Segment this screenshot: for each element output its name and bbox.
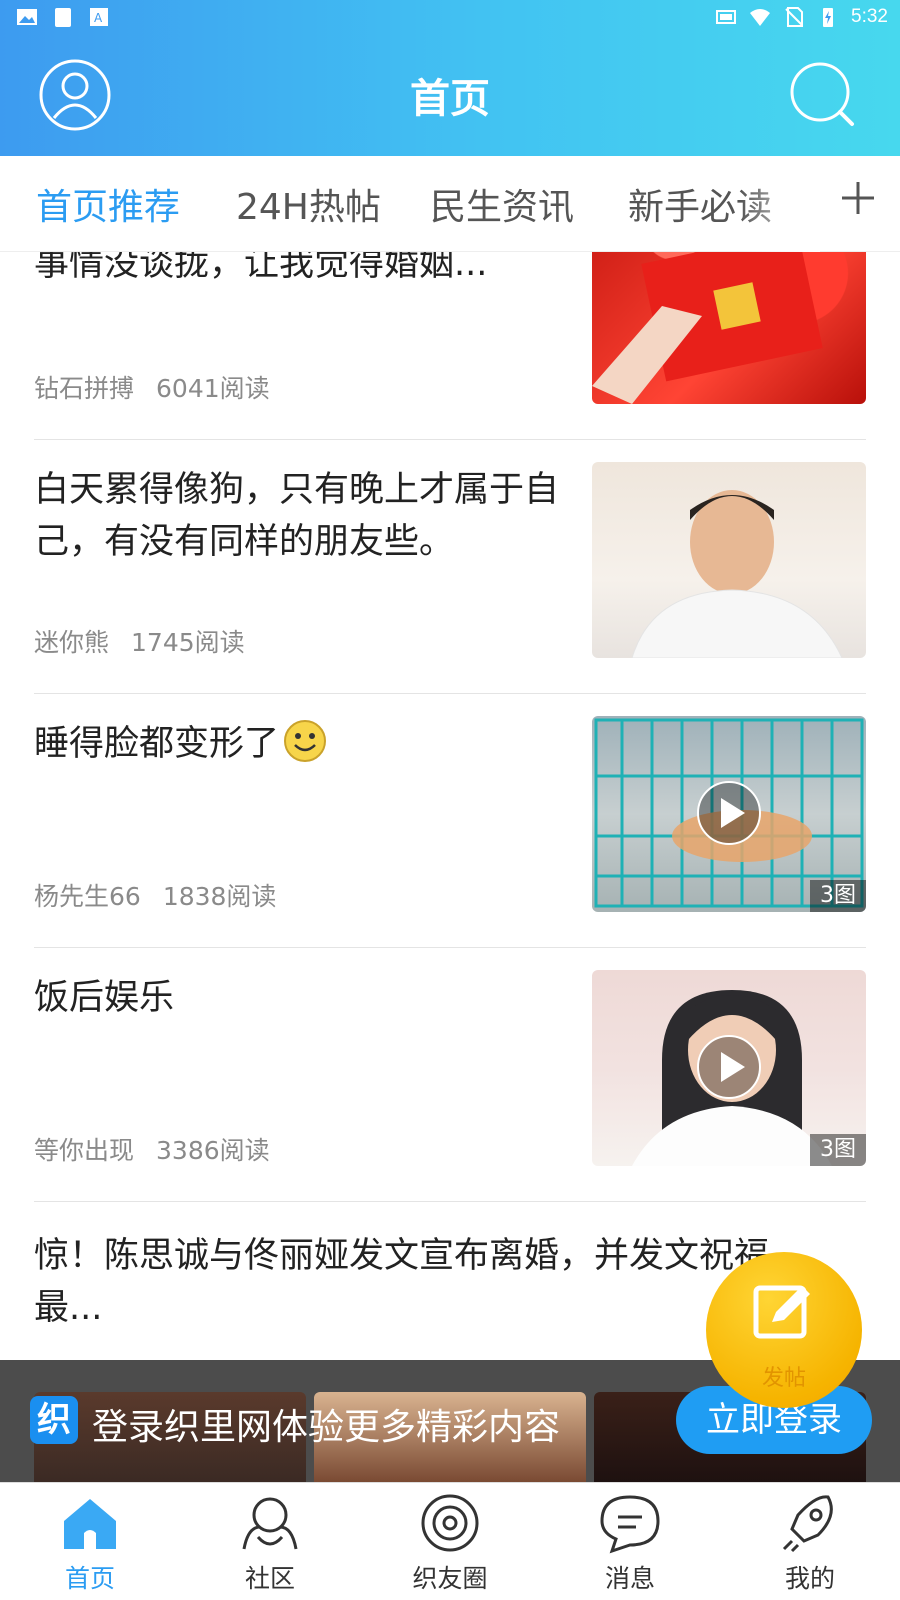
list-item[interactable]: 白天累得像狗，只有晚上才属于自己，有没有同样的朋友些。 迷你熊 1745阅读 bbox=[34, 440, 866, 694]
top-bar: 首页 bbox=[0, 36, 900, 156]
gallery-icon bbox=[17, 9, 37, 25]
nav-circle[interactable]: 织友圈 bbox=[360, 1491, 540, 1600]
post-reads: 3386阅读 bbox=[156, 1136, 270, 1165]
cast-icon bbox=[716, 10, 737, 24]
home-icon bbox=[64, 1499, 116, 1549]
app-logo-icon: 织 bbox=[30, 1396, 78, 1444]
post-title: 饭后娱乐 bbox=[34, 978, 175, 1018]
nav-circle-label: 织友圈 bbox=[412, 1564, 488, 1593]
selfie-image bbox=[631, 490, 843, 658]
nav-messages[interactable]: 消息 bbox=[540, 1491, 720, 1600]
image-count-badge: 3图 bbox=[810, 880, 866, 912]
community-icon bbox=[242, 1497, 298, 1550]
post-title: 白天累得像狗，只有晚上才属于自己，有没有同样的朋友些。 bbox=[34, 470, 560, 562]
post-reads: 1745阅读 bbox=[131, 628, 245, 657]
circle-icon bbox=[421, 1494, 479, 1552]
post-title-text: 睡得脸都变形了 bbox=[34, 724, 280, 764]
post-reads: 1838阅读 bbox=[162, 882, 277, 911]
post-thumbnail: 3图 bbox=[592, 716, 866, 912]
message-icon bbox=[600, 1495, 660, 1554]
post-title: 睡得脸都变形了 bbox=[34, 718, 574, 770]
page-title: 首页 bbox=[410, 76, 490, 122]
no-sim-icon bbox=[785, 7, 804, 27]
tab-livelihood-news[interactable]: 民生资讯 bbox=[430, 178, 574, 230]
search-icon[interactable] bbox=[786, 58, 860, 132]
list-item[interactable]: 睡得脸都变形了 杨先生66 1838阅读 3图 bbox=[34, 694, 866, 948]
post-author: 杨先生66 bbox=[34, 882, 141, 911]
list-item[interactable]: 我31了，她33离婚，因为彩礼的事情没谈拢，让我觉得婚姻... 钻石拼搏 6041… bbox=[34, 252, 866, 440]
post-meta: 等你出现 3386阅读 bbox=[34, 1131, 270, 1167]
clipboard-icon bbox=[55, 8, 71, 27]
nav-messages-label: 消息 bbox=[604, 1564, 655, 1593]
status-bar: A 5:32 bbox=[0, 0, 900, 36]
nav-home-label: 首页 bbox=[64, 1564, 115, 1593]
post-thumbnail bbox=[592, 462, 866, 658]
plus-icon[interactable] bbox=[838, 178, 878, 218]
post-reads: 6041阅读 bbox=[156, 374, 270, 403]
wifi-icon bbox=[750, 9, 771, 26]
image-count-badge: 3图 bbox=[810, 1134, 866, 1166]
nav-mine[interactable]: 我的 bbox=[720, 1491, 900, 1600]
category-tabs: 首页推荐 24H热帖 民生资讯 新手必读 bbox=[0, 156, 900, 252]
text-icon: A bbox=[90, 8, 108, 26]
svg-text:A: A bbox=[94, 11, 103, 25]
post-thumbnail: 3图 bbox=[592, 970, 866, 1166]
post-title: 我31了，她33离婚，因为彩礼的事情没谈拢，让我觉得婚姻... bbox=[34, 252, 488, 284]
status-time: 5:32 bbox=[851, 6, 888, 27]
play-icon[interactable] bbox=[696, 780, 762, 846]
app-header: A 5:32 首页 bbox=[0, 0, 900, 156]
tab-home-recommend[interactable]: 首页推荐 bbox=[36, 178, 180, 230]
post-meta: 杨先生66 1838阅读 bbox=[34, 877, 276, 913]
edit-icon bbox=[753, 1285, 810, 1339]
post-meta: 迷你熊 1745阅读 bbox=[34, 623, 245, 659]
new-post-label: 发帖 bbox=[761, 1366, 806, 1391]
play-icon[interactable] bbox=[696, 1034, 762, 1100]
nav-community-label: 社区 bbox=[244, 1564, 295, 1593]
tab-24h-hot[interactable]: 24H热帖 bbox=[236, 178, 381, 230]
post-author: 钻石拼搏 bbox=[34, 374, 135, 403]
login-prompt: 登录织里网体验更多精彩内容 bbox=[92, 1407, 561, 1448]
post-author: 迷你熊 bbox=[34, 628, 110, 657]
nav-community[interactable]: 社区 bbox=[180, 1491, 360, 1600]
tab-fade bbox=[740, 156, 820, 252]
post-meta: 钻石拼搏 6041阅读 bbox=[34, 369, 270, 405]
list-item[interactable]: 饭后娱乐 等你出现 3386阅读 3图 bbox=[34, 948, 866, 1202]
smiley-emoji-icon bbox=[283, 719, 327, 763]
post-author: 等你出现 bbox=[34, 1136, 135, 1165]
red-envelope-image bbox=[592, 252, 823, 404]
battery-charging-icon bbox=[823, 8, 834, 27]
rocket-icon bbox=[782, 1495, 833, 1553]
bottom-nav: 首页 社区 织友圈 消息 我的 bbox=[0, 1482, 900, 1600]
new-post-button[interactable]: 发帖 bbox=[706, 1252, 862, 1408]
nav-home[interactable]: 首页 bbox=[0, 1491, 180, 1600]
nav-mine-label: 我的 bbox=[784, 1564, 835, 1593]
post-thumbnail bbox=[592, 252, 866, 404]
